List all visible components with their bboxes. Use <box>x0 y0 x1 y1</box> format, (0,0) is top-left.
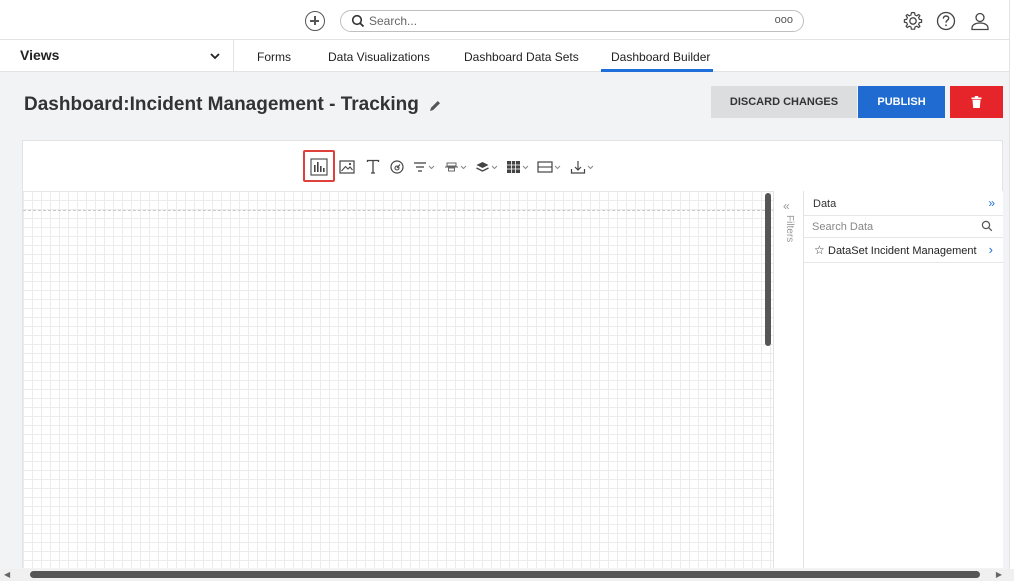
views-dropdown[interactable]: Views <box>0 40 234 71</box>
frame-icon[interactable] <box>537 158 563 176</box>
gauge-icon[interactable] <box>389 158 405 176</box>
align-icon[interactable] <box>444 158 468 176</box>
page-title: Dashboard:Incident Management - Tracking <box>24 94 419 115</box>
filters-label: Filters <box>784 215 795 243</box>
filter-icon[interactable] <box>413 158 437 176</box>
help-icon[interactable] <box>935 10 957 32</box>
plus-circle-icon[interactable] <box>305 11 325 31</box>
chevron-double-right-icon[interactable]: » <box>988 196 995 210</box>
scroll-left-icon[interactable]: ◀ <box>4 570 10 579</box>
global-search[interactable]: ooo <box>340 10 804 32</box>
tab-data-visualizations[interactable]: Data Visualizations <box>328 50 430 64</box>
search-input[interactable] <box>369 12 749 30</box>
discard-changes-button[interactable]: DISCARD CHANGES <box>711 86 857 118</box>
search-icon <box>351 14 365 28</box>
download-icon[interactable] <box>570 158 596 176</box>
user-icon[interactable] <box>969 10 991 32</box>
pencil-icon[interactable] <box>428 99 442 113</box>
image-icon[interactable] <box>339 158 355 176</box>
text-icon[interactable] <box>366 158 380 176</box>
builder-toolbar <box>23 141 1004 192</box>
filters-panel-collapsed[interactable]: « Filters <box>773 191 803 568</box>
star-icon[interactable]: ☆ <box>814 243 825 257</box>
delete-button[interactable] <box>950 86 1003 118</box>
trash-icon <box>971 95 982 108</box>
canvas-guide-line <box>23 210 775 211</box>
chart-icon[interactable] <box>310 158 328 176</box>
chevron-double-left-icon[interactable]: « <box>783 199 790 213</box>
canvas-vertical-scrollbar[interactable] <box>765 193 771 346</box>
horizontal-scrollbar[interactable]: ◀ ▶ <box>0 569 1014 581</box>
publish-button[interactable]: PUBLISH <box>858 86 945 118</box>
views-label: Views <box>20 47 60 63</box>
layers-icon[interactable] <box>475 158 499 176</box>
dataset-label: DataSet Incident Management <box>828 245 977 257</box>
active-tab-indicator <box>601 69 713 72</box>
tab-dashboard-data-sets[interactable]: Dashboard Data Sets <box>464 50 579 64</box>
chevron-right-icon: › <box>988 242 993 257</box>
gear-icon[interactable] <box>902 10 924 32</box>
list-item[interactable]: ☆ DataSet Incident Management › <box>804 238 1003 263</box>
tab-dashboard-builder[interactable]: Dashboard Builder <box>611 50 710 64</box>
nav-row: Views Forms Data Visualizations Dashboar… <box>0 40 1014 72</box>
horizontal-scroll-thumb[interactable] <box>30 571 980 578</box>
data-panel: Data » ☆ DataSet Incident Management › <box>803 191 1003 568</box>
data-panel-header: Data » <box>804 191 1003 216</box>
search-options[interactable]: ooo <box>775 14 793 26</box>
data-search-input[interactable] <box>812 218 972 236</box>
dashboard-canvas[interactable] <box>23 192 775 568</box>
top-bar: ooo <box>0 0 1014 40</box>
data-panel-title: Data <box>813 198 837 210</box>
search-icon <box>981 220 993 232</box>
scroll-right-icon[interactable]: ▶ <box>996 570 1002 579</box>
tab-forms[interactable]: Forms <box>257 50 291 64</box>
data-search[interactable] <box>804 216 1003 238</box>
window-right-edge <box>1009 0 1014 569</box>
table-icon[interactable] <box>506 158 530 176</box>
chevron-down-icon <box>210 53 220 60</box>
